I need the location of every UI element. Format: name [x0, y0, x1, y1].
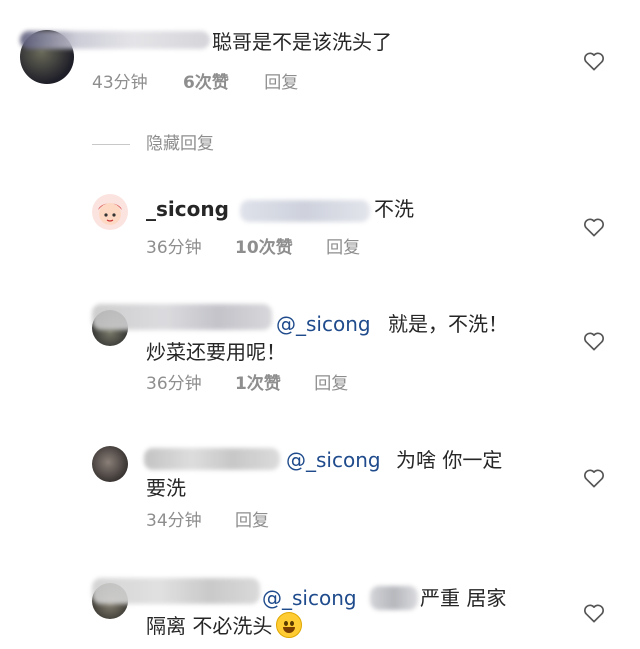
smiling-face-emoji-icon [276, 612, 303, 638]
reply-text: 炒菜还要用呢！ [146, 340, 286, 364]
heart-icon[interactable] [583, 331, 605, 351]
blurred-username [92, 578, 260, 604]
reply-text: 不洗 [374, 197, 414, 221]
comment-likes[interactable]: 10次赞 [235, 237, 293, 259]
comment-text: 聪哥是不是该洗头了 [212, 30, 392, 54]
comment-meta: 43分钟 6次赞 回复 [92, 72, 298, 94]
comment-likes[interactable]: 6次赞 [183, 72, 229, 94]
comment-time: 36分钟 [146, 238, 202, 258]
mention-link[interactable]: @_sicong [276, 310, 371, 338]
reply-button[interactable]: 回复 [235, 510, 269, 532]
reply-text: 为啥 你一定 [396, 448, 503, 472]
reply-button[interactable]: 回复 [326, 237, 360, 259]
reply-text: 隔离 不必洗头 [146, 614, 273, 638]
reply-button[interactable]: 回复 [264, 72, 298, 94]
reply-text: 要洗 [146, 476, 186, 500]
avatar[interactable] [92, 446, 128, 482]
comment-likes[interactable]: 1次赞 [235, 373, 281, 395]
hide-replies-button[interactable]: 隐藏回复 [146, 133, 214, 155]
heart-icon[interactable] [583, 468, 605, 488]
mention-link[interactable]: @_sicong [286, 446, 381, 474]
mention-link[interactable]: @_sicong [262, 584, 357, 612]
comment-meta: 36分钟 10次赞 回复 [146, 237, 360, 259]
comment-time: 43分钟 [92, 73, 148, 93]
reply-text: 就是，不洗！ [388, 312, 508, 336]
blurred-text [370, 586, 418, 610]
blurred-username [92, 304, 272, 330]
comment-meta: 34分钟 回复 [146, 510, 269, 532]
blurred-username [20, 31, 210, 49]
comment-time: 36分钟 [146, 374, 202, 394]
comment-meta: 36分钟 1次赞 回复 [146, 373, 348, 395]
avatar[interactable] [92, 194, 128, 230]
reply-text-line: 隔离 不必洗头 [146, 612, 303, 640]
cartoon-avatar-icon [98, 203, 122, 225]
username[interactable]: _sicong [146, 195, 229, 223]
heart-icon[interactable] [583, 51, 605, 71]
heart-icon[interactable] [583, 603, 605, 623]
blurred-username [144, 448, 280, 470]
heart-icon[interactable] [583, 217, 605, 237]
reply-text: 严重 居家 [420, 586, 507, 610]
comment-time: 34分钟 [146, 511, 202, 531]
divider [92, 144, 130, 145]
reply-button[interactable]: 回复 [314, 373, 348, 395]
blurred-mention [240, 200, 370, 222]
